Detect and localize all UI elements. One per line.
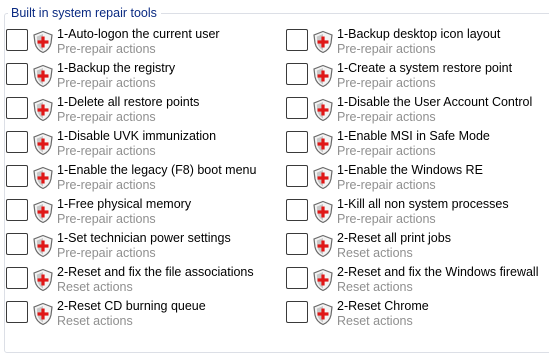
tool-category: Reset actions <box>57 314 133 328</box>
tool-checkbox[interactable] <box>286 29 308 51</box>
tool-label: 2-Reset and fix the file associations <box>57 265 254 279</box>
tool-item[interactable]: 1-Backup desktop icon layout Pre-repair … <box>286 26 549 60</box>
tool-checkbox[interactable] <box>6 97 28 119</box>
tool-item[interactable]: 2-Reset CD burning queue Reset actions <box>6 298 276 332</box>
tool-label: 1-Backup the registry <box>57 61 176 75</box>
tool-label: 1-Delete all restore points <box>57 95 200 109</box>
tool-category: Pre-repair actions <box>337 110 436 124</box>
shield-icon <box>33 234 53 258</box>
shield-icon <box>33 268 53 292</box>
tool-label: 1-Kill all non system processes <box>337 197 509 211</box>
tool-checkbox[interactable] <box>286 301 308 323</box>
shield-icon <box>313 98 333 122</box>
tool-category: Pre-repair actions <box>57 110 156 124</box>
shield-icon <box>33 166 53 190</box>
tool-checkbox[interactable] <box>6 131 28 153</box>
shield-icon <box>33 132 53 156</box>
tool-checkbox[interactable] <box>6 63 28 85</box>
tool-category: Pre-repair actions <box>57 246 156 260</box>
shield-icon <box>313 30 333 54</box>
shield-icon <box>33 64 53 88</box>
tool-label: 1-Free physical memory <box>57 197 192 211</box>
tool-item[interactable]: 1-Backup the registry Pre-repair actions <box>6 60 276 94</box>
shield-icon <box>313 302 333 326</box>
tool-label: 2-Reset CD burning queue <box>57 299 206 313</box>
tool-category: Reset actions <box>337 246 413 260</box>
tool-checkbox[interactable] <box>286 63 308 85</box>
shield-icon <box>313 234 333 258</box>
shield-icon <box>313 64 333 88</box>
tool-item[interactable]: 1-Disable the User Account Control Pre-r… <box>286 94 549 128</box>
tool-checkbox[interactable] <box>6 199 28 221</box>
tool-item[interactable]: 1-Disable UVK immunization Pre-repair ac… <box>6 128 276 162</box>
shield-icon <box>33 302 53 326</box>
tool-label: 1-Disable the User Account Control <box>337 95 533 109</box>
tool-item[interactable]: 1-Create a system restore point Pre-repa… <box>286 60 549 94</box>
tool-checkbox[interactable] <box>286 267 308 289</box>
tool-item[interactable]: 1-Kill all non system processes Pre-repa… <box>286 196 549 230</box>
right-column: 1-Backup desktop icon layout Pre-repair … <box>286 26 549 332</box>
tool-category: Pre-repair actions <box>57 178 156 192</box>
repair-tools-group: Built in system repair tools 1-Auto-logo… <box>0 0 549 353</box>
shield-icon <box>313 268 333 292</box>
group-title: Built in system repair tools <box>8 6 161 21</box>
tool-checkbox[interactable] <box>6 165 28 187</box>
tool-checkbox[interactable] <box>286 97 308 119</box>
tool-category: Pre-repair actions <box>337 212 436 226</box>
tool-item[interactable]: 1-Auto-logon the current user Pre-repair… <box>6 26 276 60</box>
tool-label: 1-Create a system restore point <box>337 61 513 75</box>
tool-label: 1-Set technician power settings <box>57 231 231 245</box>
tool-category: Pre-repair actions <box>57 212 156 226</box>
tool-checkbox[interactable] <box>6 267 28 289</box>
tool-category: Pre-repair actions <box>57 42 156 56</box>
tool-checkbox[interactable] <box>6 233 28 255</box>
tool-category: Pre-repair actions <box>337 178 436 192</box>
tool-label: 1-Enable the Windows RE <box>337 163 483 177</box>
tool-checkbox[interactable] <box>286 233 308 255</box>
tool-label: 2-Reset Chrome <box>337 299 429 313</box>
tool-item[interactable]: 2-Reset Chrome Reset actions <box>286 298 549 332</box>
tool-item[interactable]: 1-Enable the legacy (F8) boot menu Pre-r… <box>6 162 276 196</box>
tool-checkbox[interactable] <box>6 29 28 51</box>
shield-icon <box>33 98 53 122</box>
tool-item[interactable]: 1-Set technician power settings Pre-repa… <box>6 230 276 264</box>
tool-label: 1-Disable UVK immunization <box>57 129 217 143</box>
tool-item[interactable]: 1-Free physical memory Pre-repair action… <box>6 196 276 230</box>
tool-category: Pre-repair actions <box>337 144 436 158</box>
tool-item[interactable]: 2-Reset all print jobs Reset actions <box>286 230 549 264</box>
tool-label: 1-Enable MSI in Safe Mode <box>337 129 490 143</box>
shield-icon <box>313 200 333 224</box>
tool-category: Reset actions <box>57 280 133 294</box>
tool-label: 1-Auto-logon the current user <box>57 27 220 41</box>
tool-checkbox[interactable] <box>6 301 28 323</box>
tool-category: Pre-repair actions <box>337 42 436 56</box>
tool-checkbox[interactable] <box>286 131 308 153</box>
left-column: 1-Auto-logon the current user Pre-repair… <box>6 26 276 332</box>
tool-item[interactable]: 2-Reset and fix the Windows firewall Res… <box>286 264 549 298</box>
shield-icon <box>313 132 333 156</box>
tool-label: 1-Backup desktop icon layout <box>337 27 501 41</box>
shield-icon <box>33 200 53 224</box>
tool-label: 2-Reset all print jobs <box>337 231 451 245</box>
tool-category: Reset actions <box>337 314 413 328</box>
tool-item[interactable]: 1-Enable MSI in Safe Mode Pre-repair act… <box>286 128 549 162</box>
tool-category: Pre-repair actions <box>57 144 156 158</box>
tool-label: 1-Enable the legacy (F8) boot menu <box>57 163 257 177</box>
shield-icon <box>313 166 333 190</box>
tool-label: 2-Reset and fix the Windows firewall <box>337 265 539 279</box>
tool-category: Reset actions <box>337 280 413 294</box>
tool-item[interactable]: 1-Enable the Windows RE Pre-repair actio… <box>286 162 549 196</box>
tool-category: Pre-repair actions <box>57 76 156 90</box>
tool-category: Pre-repair actions <box>337 76 436 90</box>
tool-item[interactable]: 2-Reset and fix the file associations Re… <box>6 264 276 298</box>
tool-checkbox[interactable] <box>286 165 308 187</box>
tool-item[interactable]: 1-Delete all restore points Pre-repair a… <box>6 94 276 128</box>
shield-icon <box>33 30 53 54</box>
tool-checkbox[interactable] <box>286 199 308 221</box>
